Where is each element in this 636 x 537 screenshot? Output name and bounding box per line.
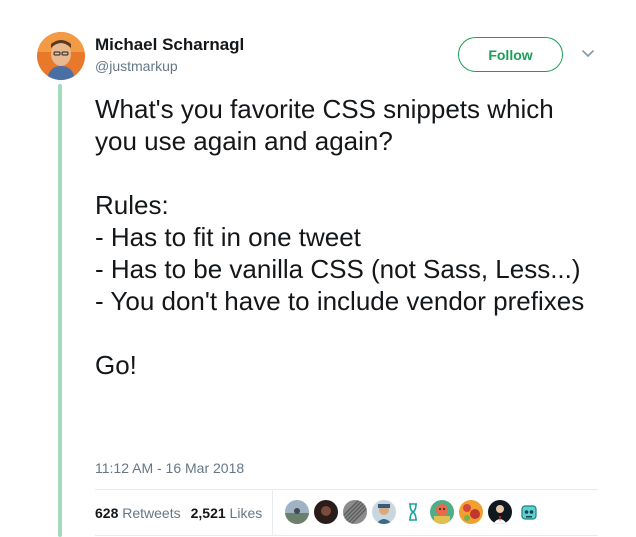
author-display-name[interactable]: Michael Scharnagl bbox=[95, 35, 244, 55]
likes-count: 2,521 bbox=[190, 504, 226, 521]
liker-avatar-9[interactable] bbox=[517, 500, 541, 524]
liker-avatar-1[interactable] bbox=[285, 500, 309, 524]
retweets-count: 628 bbox=[95, 504, 119, 521]
tweet-card: Michael Scharnagl @justmarkup Follow Wha… bbox=[0, 0, 636, 537]
liker-avatar-7[interactable] bbox=[459, 500, 483, 524]
retweets-label: Retweets bbox=[122, 504, 181, 521]
liker-avatar-4[interactable] bbox=[372, 500, 396, 524]
follow-button[interactable]: Follow bbox=[458, 37, 563, 72]
author-handle[interactable]: @justmarkup bbox=[95, 57, 244, 75]
retweets-stat[interactable]: 628 Retweets bbox=[95, 505, 181, 521]
stats-divider-bottom bbox=[95, 535, 598, 536]
liker-avatar-2[interactable] bbox=[314, 500, 338, 524]
thread-line bbox=[58, 84, 62, 537]
tweet-stats: 628 Retweets 2,521 Likes bbox=[95, 490, 273, 535]
liker-avatar-8[interactable] bbox=[488, 500, 512, 524]
author-avatar-image bbox=[37, 32, 85, 80]
likes-stat[interactable]: 2,521 Likes bbox=[191, 505, 263, 521]
liker-avatar-5[interactable] bbox=[401, 500, 425, 524]
liker-avatars bbox=[285, 500, 546, 524]
likes-label: Likes bbox=[229, 504, 263, 521]
tweet-text: What's you favorite CSS snippets which y… bbox=[95, 94, 585, 380]
author-info: Michael Scharnagl @justmarkup bbox=[95, 35, 244, 75]
chevron-down-icon[interactable] bbox=[580, 46, 596, 62]
stats-separator bbox=[272, 490, 273, 535]
liker-avatar-6[interactable] bbox=[430, 500, 454, 524]
liker-avatar-3[interactable] bbox=[343, 500, 367, 524]
author-avatar[interactable] bbox=[37, 32, 85, 80]
tweet-timestamp[interactable]: 11:12 AM - 16 Mar 2018 bbox=[95, 459, 244, 477]
